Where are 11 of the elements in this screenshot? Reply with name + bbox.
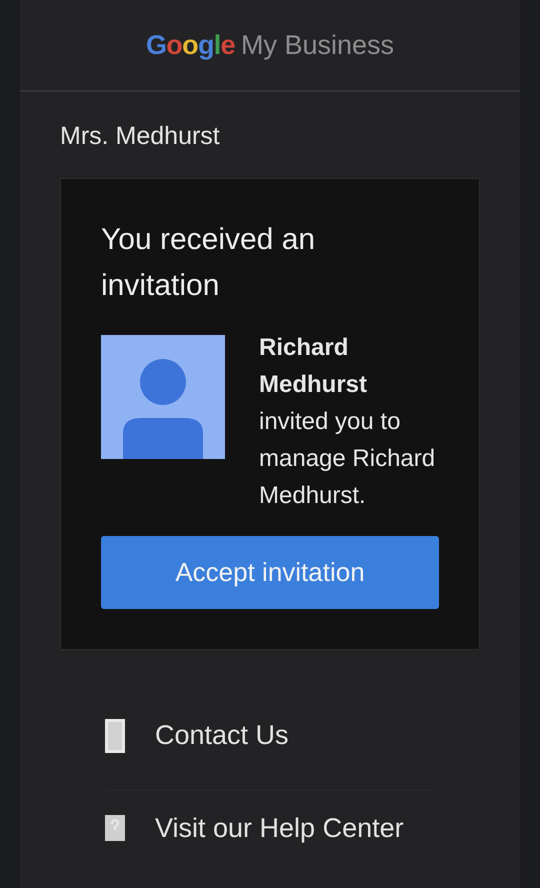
invitation-title: You received an invitation: [101, 222, 316, 304]
product-name: My Business: [240, 28, 394, 62]
footer-link[interactable]: Contact Us: [105, 698, 435, 774]
recipient-name: Mrs. Medhurst: [60, 121, 221, 152]
footer-link[interactable]: Visit our Help Center: [105, 790, 435, 866]
accept-invitation-button[interactable]: Accept invitation: [101, 536, 439, 608]
help-icon: [105, 815, 125, 841]
logo-wordmark: Google: [146, 28, 235, 62]
document-icon: [105, 718, 125, 752]
invitation-message: Richard Medhurst invited you to manage Richard Medhurst.: [259, 332, 436, 510]
avatar-placeholder-icon: [101, 334, 225, 458]
